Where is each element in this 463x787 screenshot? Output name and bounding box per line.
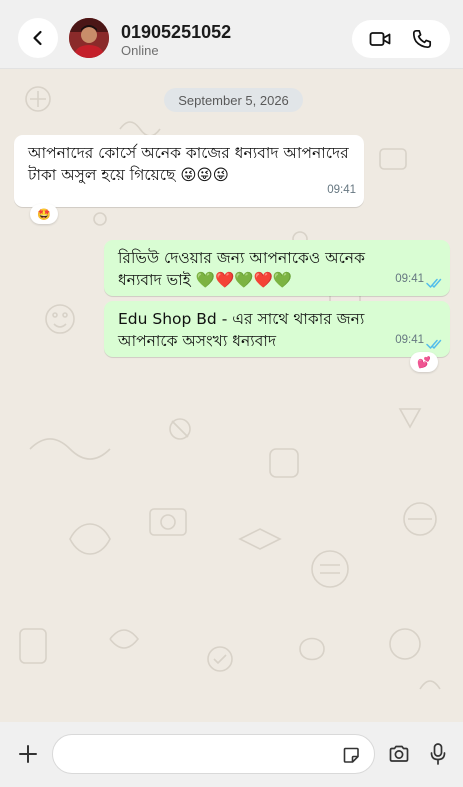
sticker-button[interactable] <box>342 746 360 764</box>
message-input[interactable] <box>69 743 343 769</box>
chevron-left-icon <box>33 30 42 46</box>
call-actions <box>352 20 450 58</box>
contact-status: Online <box>121 43 159 58</box>
message-input-box[interactable] <box>52 734 375 774</box>
message-time: 09:41 <box>395 334 424 346</box>
message-time: 09:41 <box>395 273 424 285</box>
read-receipt-icon <box>426 278 442 288</box>
message-text: রিভিউ দেওয়ার জন্য আপনাকেও অনেক ধন্যবাদ … <box>118 249 365 289</box>
date-chip: September 5, 2026 <box>164 88 303 112</box>
video-camera-icon <box>369 32 391 46</box>
message-reaction[interactable]: 🤩 <box>30 204 58 224</box>
contact-name[interactable]: 01905251052 <box>121 22 231 43</box>
voice-message-button[interactable] <box>429 742 447 766</box>
voice-call-button[interactable] <box>412 29 432 49</box>
message-text: আপনাদের কোর্সে অনেক কাজের ধন্যবাদ আপনাদে… <box>28 144 349 184</box>
message-time: 09:41 <box>327 184 356 196</box>
chat-header: 01905251052 Online <box>0 0 463 69</box>
outgoing-message-bubble[interactable]: রিভিউ দেওয়ার জন্য আপনাকেও অনেক ধন্যবাদ … <box>104 240 450 296</box>
phone-icon <box>412 29 432 49</box>
camera-button[interactable] <box>388 743 410 765</box>
camera-icon <box>389 745 409 762</box>
message-reaction[interactable]: 💕 <box>410 352 438 372</box>
back-button[interactable] <box>18 18 58 58</box>
attach-button[interactable] <box>17 743 39 765</box>
video-call-button[interactable] <box>369 29 391 49</box>
sticker-icon <box>343 747 359 763</box>
message-text: Edu Shop Bd - এর সাথে থাকার জন্য আপনাকে … <box>118 310 365 350</box>
incoming-message-bubble[interactable]: আপনাদের কোর্সে অনেক কাজের ধন্যবাদ আপনাদে… <box>14 135 364 207</box>
avatar-image <box>69 18 109 58</box>
plus-icon <box>19 745 37 763</box>
outgoing-message-bubble[interactable]: Edu Shop Bd - এর সাথে থাকার জন্য আপনাকে … <box>104 301 450 357</box>
read-receipt-icon <box>426 339 442 349</box>
microphone-icon <box>430 743 446 765</box>
composer-bar <box>0 722 463 787</box>
avatar[interactable] <box>69 18 109 58</box>
chat-area[interactable]: September 5, 2026 আপনাদের কোর্সে অনেক কা… <box>0 69 463 722</box>
